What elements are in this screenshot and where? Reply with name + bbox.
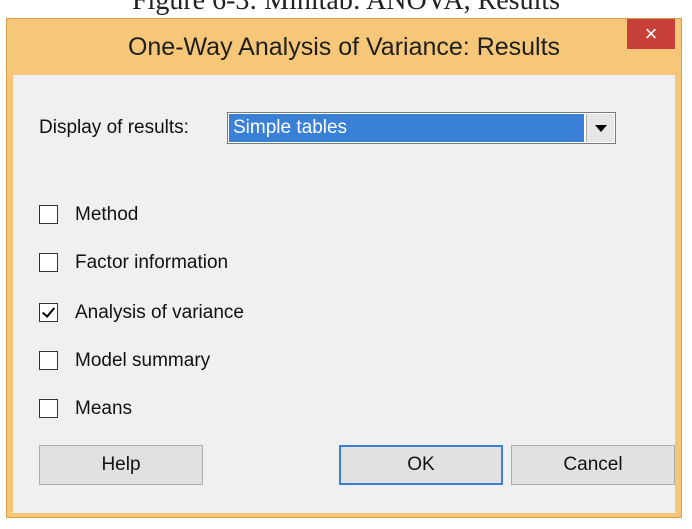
display-results-value: Simple tables: [229, 114, 584, 142]
ok-button[interactable]: OK: [339, 445, 503, 485]
model-summary-checkbox[interactable]: [39, 351, 58, 370]
close-button[interactable]: ×: [627, 19, 675, 49]
method-label: Method: [75, 204, 139, 225]
method-checkbox[interactable]: [39, 205, 58, 224]
display-results-select[interactable]: Simple tables: [227, 112, 616, 144]
analysis-of-variance-label: Analysis of variance: [75, 302, 244, 323]
figure-caption: Figure 6-3: Minitab: ANOVA, Results: [131, 0, 561, 16]
close-icon: ×: [644, 21, 658, 46]
cancel-button[interactable]: Cancel: [511, 445, 675, 485]
display-results-label: Display of results:: [39, 117, 189, 138]
dialog-body: Display of results: Simple tables Method…: [13, 75, 675, 513]
means-label: Means: [75, 398, 133, 419]
title-bar[interactable]: One-Way Analysis of Variance: Results ×: [7, 19, 681, 75]
dialog-window: One-Way Analysis of Variance: Results × …: [6, 18, 682, 518]
factor-information-checkbox[interactable]: [39, 253, 58, 272]
help-button[interactable]: Help: [39, 445, 203, 485]
model-summary-label: Model summary: [75, 350, 211, 371]
analysis-of-variance-checkbox[interactable]: [39, 303, 58, 322]
dialog-title: One-Way Analysis of Variance: Results: [127, 33, 561, 61]
chevron-down-icon[interactable]: [586, 114, 614, 142]
means-checkbox[interactable]: [39, 399, 58, 418]
factor-information-label: Factor information: [75, 252, 229, 273]
